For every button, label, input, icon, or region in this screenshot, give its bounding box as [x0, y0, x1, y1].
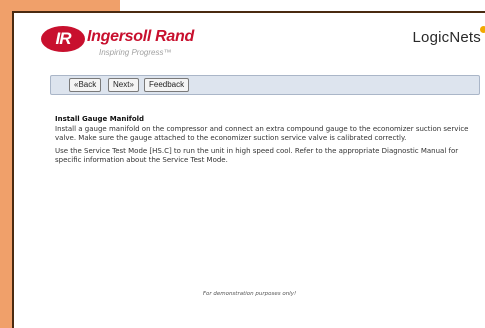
demo-disclaimer: For demonstration purposes only! [202, 291, 297, 297]
step-title: Install Gauge Manifold [55, 115, 145, 123]
next-button[interactable]: Next» [108, 78, 139, 92]
instruction-paragraph: Use the Service Test Mode [HS.C] to run … [55, 147, 459, 164]
logo-tagline: Inspiring Progress™ [99, 48, 172, 57]
logicnets-brand: LogicNets [412, 29, 481, 46]
logo-company-name: Ingersoll Rand [87, 28, 194, 45]
app-window: IR Ingersoll Rand Inspiring Progress™ Lo… [12, 11, 485, 328]
instruction-paragraph: Install a gauge manifold on the compress… [55, 125, 469, 142]
ingersoll-rand-logo: IR Ingersoll Rand Inspiring Progress™ [41, 26, 211, 62]
header: IR Ingersoll Rand Inspiring Progress™ Lo… [14, 13, 485, 63]
ir-logo-mark: IR [41, 26, 85, 52]
brand-dot-icon [480, 26, 485, 33]
step-content: Install Gauge Manifold Install a gauge m… [55, 114, 480, 165]
back-button[interactable]: «Back [69, 78, 102, 92]
navigation-toolbar: «Back Next» Feedback [50, 75, 480, 95]
feedback-button[interactable]: Feedback [144, 78, 190, 92]
